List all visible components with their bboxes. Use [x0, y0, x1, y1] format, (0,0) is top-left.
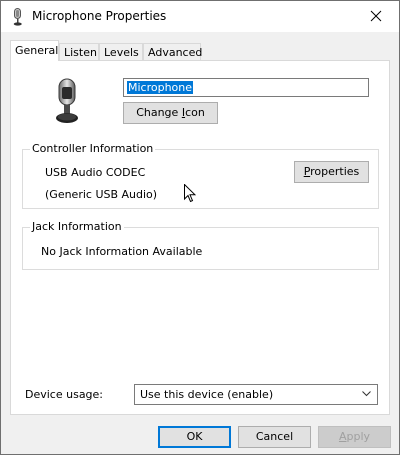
- controller-info-legend: Controller Information: [30, 142, 156, 155]
- microphone-icon: [56, 78, 78, 123]
- microphone-icon: [13, 8, 22, 26]
- device-usage-select[interactable]: Use this device (enable): [134, 384, 378, 405]
- tab-advanced[interactable]: Advanced: [143, 43, 203, 60]
- jack-info-legend: Jack Information: [30, 220, 124, 233]
- tab-label: Advanced: [148, 46, 203, 59]
- tab-levels[interactable]: Levels: [99, 43, 143, 60]
- button-label: OK: [186, 430, 203, 443]
- button-label: pply: [346, 430, 371, 443]
- button-label: roperties: [310, 165, 360, 178]
- tab-label: General: [15, 44, 59, 57]
- device-name-input[interactable]: Microphone: [123, 78, 369, 97]
- title-bar[interactable]: Microphone Properties: [1, 1, 399, 32]
- button-label: con: [185, 106, 205, 119]
- button-label: Change: [136, 106, 182, 119]
- jack-info-text: No Jack Information Available: [41, 245, 203, 258]
- button-label: Cancel: [255, 430, 294, 443]
- tab-general[interactable]: General: [10, 40, 59, 61]
- controller-description: (Generic USB Audio): [45, 188, 158, 201]
- button-label-accel: A: [338, 430, 347, 443]
- ok-button[interactable]: OK: [158, 426, 231, 448]
- device-usage-value: Use this device (enable): [140, 388, 274, 401]
- window-title: Microphone Properties: [32, 9, 167, 23]
- close-button[interactable]: [353, 1, 399, 32]
- mouse-pointer-icon: [184, 184, 196, 203]
- properties-window: Microphone Properties General Listen Lev…: [0, 0, 400, 455]
- change-icon-button[interactable]: Change Icon: [123, 102, 218, 124]
- controller-properties-button[interactable]: Properties: [294, 161, 369, 183]
- device-name-text: Microphone: [127, 81, 194, 94]
- cancel-button[interactable]: Cancel: [238, 426, 311, 448]
- controller-name: USB Audio CODEC: [45, 166, 146, 179]
- tab-label: Listen: [64, 46, 97, 59]
- close-icon: [370, 10, 382, 22]
- tab-listen[interactable]: Listen: [59, 43, 99, 60]
- chevron-down-icon: [362, 391, 371, 397]
- apply-button[interactable]: Apply: [318, 426, 391, 448]
- device-usage-label: Device usage:: [25, 388, 104, 401]
- tab-label: Levels: [104, 46, 139, 59]
